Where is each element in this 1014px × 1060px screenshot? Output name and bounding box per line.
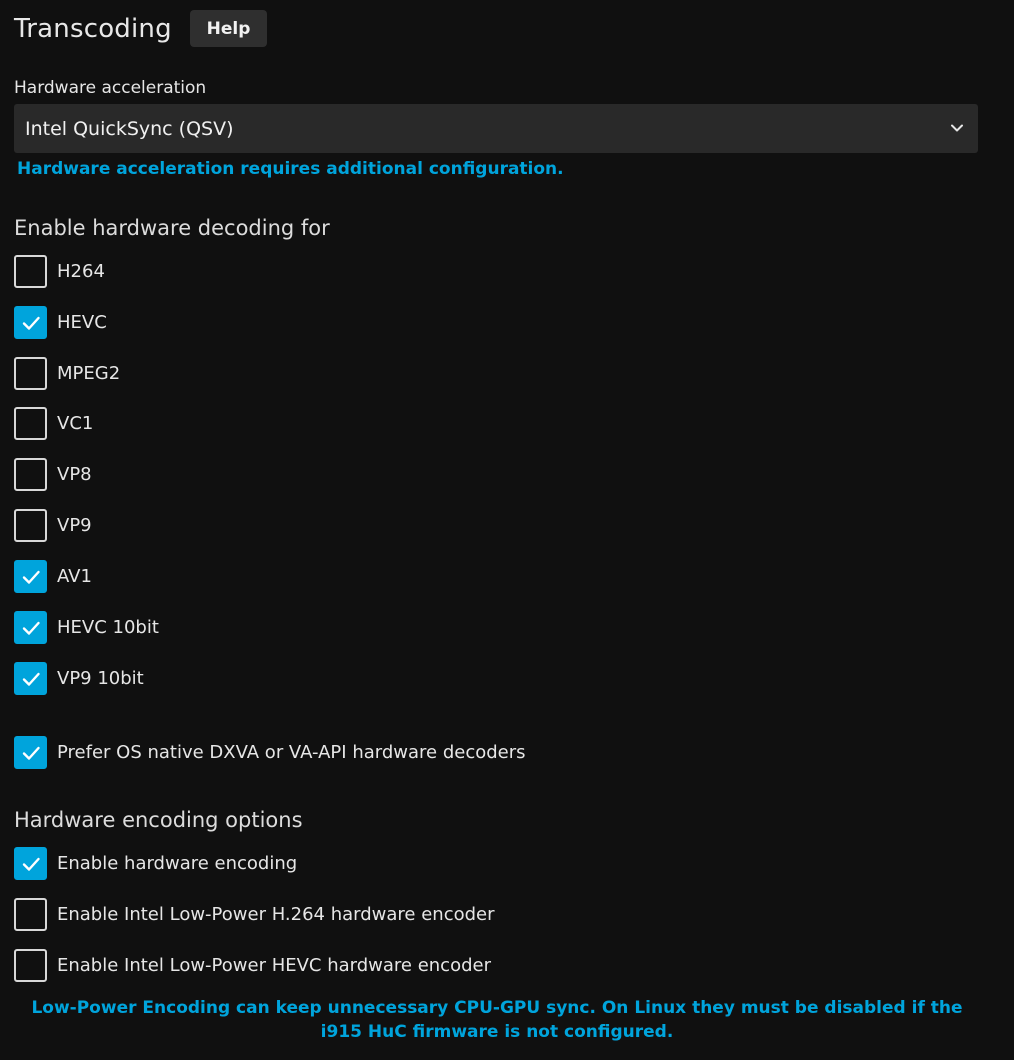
vp8-label: VP8	[57, 464, 92, 485]
enable-hardware-encoding-checkbox[interactable]	[14, 847, 47, 880]
hevc-10bit-checkbox[interactable]	[14, 611, 47, 644]
low-power-h264-label: Enable Intel Low-Power H.264 hardware en…	[57, 904, 495, 925]
prefer-native-decoders-label: Prefer OS native DXVA or VA-API hardware…	[57, 742, 526, 763]
checkbox-row-low-power-h264[interactable]: Enable Intel Low-Power H.264 hardware en…	[14, 898, 495, 931]
checkbox-row-prefer-native-decoders[interactable]: Prefer OS native DXVA or VA-API hardware…	[14, 736, 526, 769]
checkbox-row-h264[interactable]: H264	[14, 255, 105, 288]
checkmark-icon	[22, 621, 40, 635]
prefer-native-decoders-checkbox[interactable]	[14, 736, 47, 769]
vc1-checkbox[interactable]	[14, 407, 47, 440]
h264-label: H264	[57, 261, 105, 282]
hevc-10bit-label: HEVC 10bit	[57, 617, 159, 638]
checkbox-row-hevc-10bit[interactable]: HEVC 10bit	[14, 611, 159, 644]
hevc-checkbox[interactable]	[14, 306, 47, 339]
h264-checkbox[interactable]	[14, 255, 47, 288]
low-power-hevc-label: Enable Intel Low-Power HEVC hardware enc…	[57, 955, 491, 976]
hardware-acceleration-note[interactable]: Hardware acceleration requires additiona…	[17, 157, 564, 181]
mpeg2-label: MPEG2	[57, 363, 121, 384]
mpeg2-checkbox[interactable]	[14, 357, 47, 390]
vp9-label: VP9	[57, 515, 92, 536]
encoding-section-title: Hardware encoding options	[14, 808, 303, 832]
checkbox-row-vc1[interactable]: VC1	[14, 407, 93, 440]
vp9-checkbox[interactable]	[14, 509, 47, 542]
hardware-acceleration-select[interactable]: Intel QuickSync (QSV)	[14, 104, 978, 153]
chevron-down-icon	[951, 124, 963, 132]
checkmark-icon	[22, 746, 40, 760]
hardware-acceleration-selected-value: Intel QuickSync (QSV)	[25, 117, 234, 140]
checkbox-row-hevc[interactable]: HEVC	[14, 306, 107, 339]
low-power-h264-checkbox[interactable]	[14, 898, 47, 931]
av1-checkbox[interactable]	[14, 560, 47, 593]
checkbox-row-low-power-hevc[interactable]: Enable Intel Low-Power HEVC hardware enc…	[14, 949, 491, 982]
low-power-hevc-checkbox[interactable]	[14, 949, 47, 982]
vp9-10bit-label: VP9 10bit	[57, 668, 144, 689]
av1-label: AV1	[57, 566, 92, 587]
checkmark-icon	[22, 316, 40, 330]
hevc-label: HEVC	[57, 312, 107, 333]
decoding-section-title: Enable hardware decoding for	[14, 216, 330, 240]
vp9-10bit-checkbox[interactable]	[14, 662, 47, 695]
checkmark-icon	[22, 672, 40, 686]
checkbox-row-mpeg2[interactable]: MPEG2	[14, 357, 120, 390]
vp8-checkbox[interactable]	[14, 458, 47, 491]
low-power-encoding-note: Low-Power Encoding can keep unnecessary …	[31, 998, 963, 1042]
checkbox-row-vp9[interactable]: VP9	[14, 509, 92, 542]
help-button[interactable]: Help	[190, 10, 267, 47]
checkbox-row-av1[interactable]: AV1	[14, 560, 92, 593]
checkmark-icon	[22, 857, 40, 871]
hardware-acceleration-label: Hardware acceleration	[14, 78, 207, 98]
enable-hardware-encoding-label: Enable hardware encoding	[57, 853, 298, 874]
page-title: Transcoding	[14, 14, 172, 44]
checkbox-row-enable-hardware-encoding[interactable]: Enable hardware encoding	[14, 847, 297, 880]
checkbox-row-vp9-10bit[interactable]: VP9 10bit	[14, 662, 144, 695]
checkmark-icon	[22, 570, 40, 584]
vc1-label: VC1	[57, 413, 94, 434]
checkbox-row-vp8[interactable]: VP8	[14, 458, 92, 491]
